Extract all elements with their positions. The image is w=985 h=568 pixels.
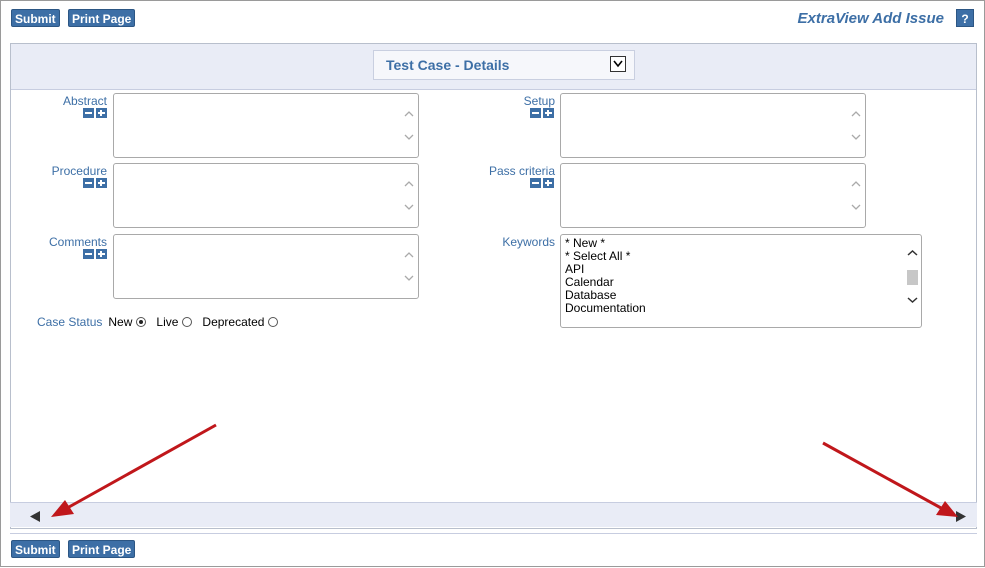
divider <box>10 533 977 534</box>
annotation-arrowhead-left <box>51 500 74 517</box>
annotation-arrowhead-right <box>936 501 958 517</box>
window-frame: Submit Print Page ExtraView Add Issue ? … <box>0 0 985 567</box>
annotation-arrow-left <box>68 423 217 509</box>
annotation-arrows <box>51 423 958 517</box>
annotation-arrow-right <box>822 441 942 510</box>
submit-button-bottom[interactable]: Submit <box>11 540 60 558</box>
print-page-button-bottom[interactable]: Print Page <box>68 540 136 558</box>
